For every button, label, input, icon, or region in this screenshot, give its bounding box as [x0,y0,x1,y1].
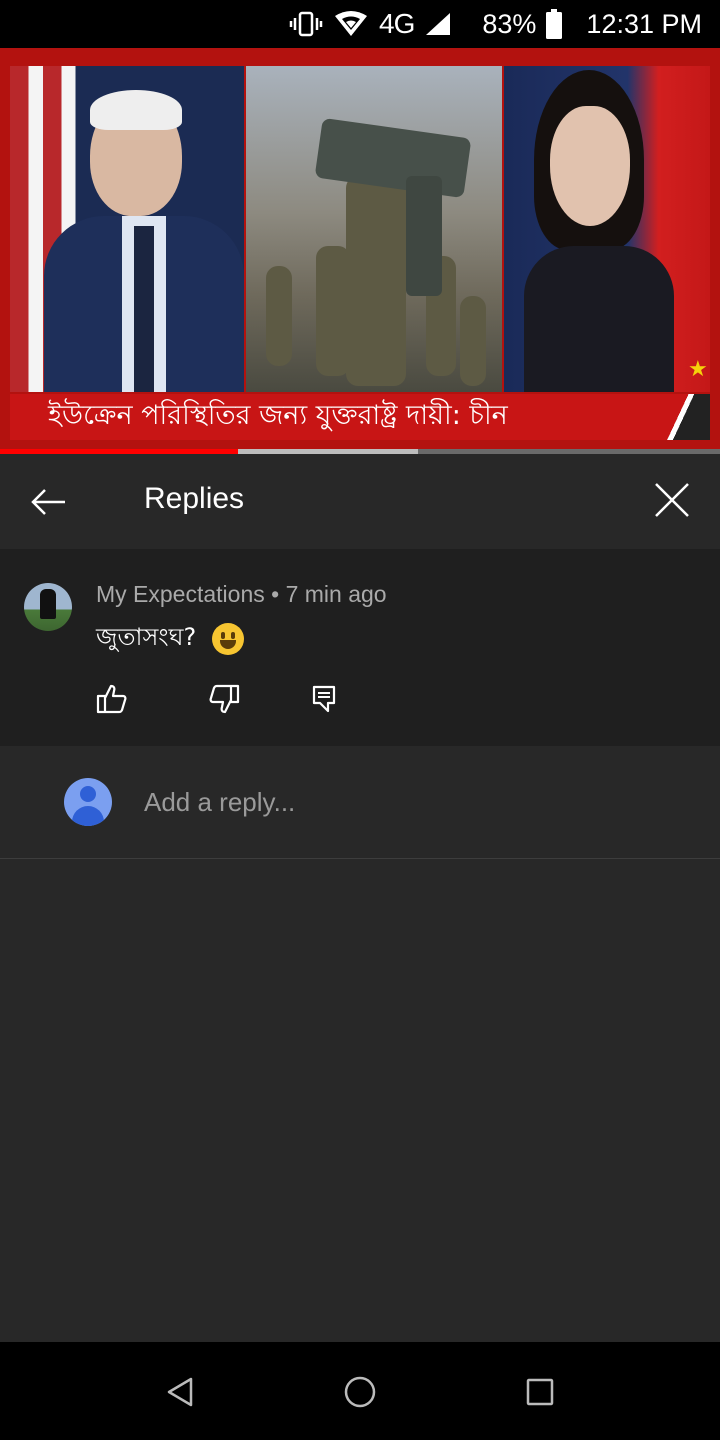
soldier-figure [316,246,350,376]
soldier-figure [346,176,406,386]
replies-header: Replies [0,454,720,549]
figure-face [550,106,630,226]
launcher-shape [314,117,472,199]
reply-button[interactable] [306,681,342,717]
avatar[interactable] [24,583,72,631]
avatar-figure [40,589,56,619]
comment: My Expectations • 7 min ago জুতাসংঘ? [0,549,720,746]
soldier-figure [460,296,486,386]
thumbnail-panel-left [10,66,244,392]
soldier-figure [266,266,292,366]
arrow-left-icon [31,489,65,515]
triangle-back-icon [167,1377,193,1407]
network-type: 4G [379,8,415,39]
comment-body: জুতাসংঘ? [96,623,197,651]
close-button[interactable] [650,478,694,522]
signal-icon [424,11,452,37]
vibrate-icon [289,10,323,38]
meta-separator: • [271,581,280,607]
headline-stripe [660,394,710,440]
thumbnail-panel-middle [246,66,502,392]
dislike-button[interactable] [206,681,242,717]
thumbs-down-icon [209,684,240,714]
square-recents-icon [526,1378,554,1406]
launcher-shape [406,176,442,296]
like-button[interactable] [94,681,130,717]
thumbs-up-icon [96,684,127,714]
battery-percent: 83% [482,8,537,39]
circle-home-icon [344,1376,376,1408]
system-nav-bar [0,1342,720,1440]
grinning-face-icon [212,623,245,655]
user-avatar [64,778,112,826]
wifi-icon [333,10,369,38]
video-headline: ইউক্রেন পরিস্থিতির জন্য যুক্তরাষ্ট্র দায… [10,394,710,440]
reply-input[interactable] [144,782,684,822]
nav-back-button[interactable] [160,1372,200,1412]
clock: 12:31 PM [586,8,702,39]
comment-icon [312,685,336,713]
comment-meta: My Expectations • 7 min ago [96,581,387,608]
star-icon: ★ [688,356,708,381]
comment-time: 7 min ago [285,581,387,607]
replies-list-area [0,859,720,1342]
figure-body [524,246,674,392]
replies-title: Replies [144,482,245,515]
nav-home-button[interactable] [340,1372,380,1412]
nav-recents-button[interactable] [520,1372,560,1412]
comment-author[interactable]: My Expectations [96,581,265,607]
thumbnail-panel-right: ★ [504,66,710,392]
figure-tie [134,226,154,392]
add-reply-bar [0,746,720,859]
battery-icon [546,9,563,39]
status-bar: 4G 83% 12:31 PM [0,0,720,48]
video-player[interactable]: ★ ইউক্রেন পরিস্থিতির জন্য যুক্তরাষ্ট্র দ… [0,48,720,454]
comment-text-row: জুতাসংঘ? [96,619,245,659]
close-icon [655,483,689,517]
back-button[interactable] [26,480,70,524]
figure-hair [90,90,182,130]
